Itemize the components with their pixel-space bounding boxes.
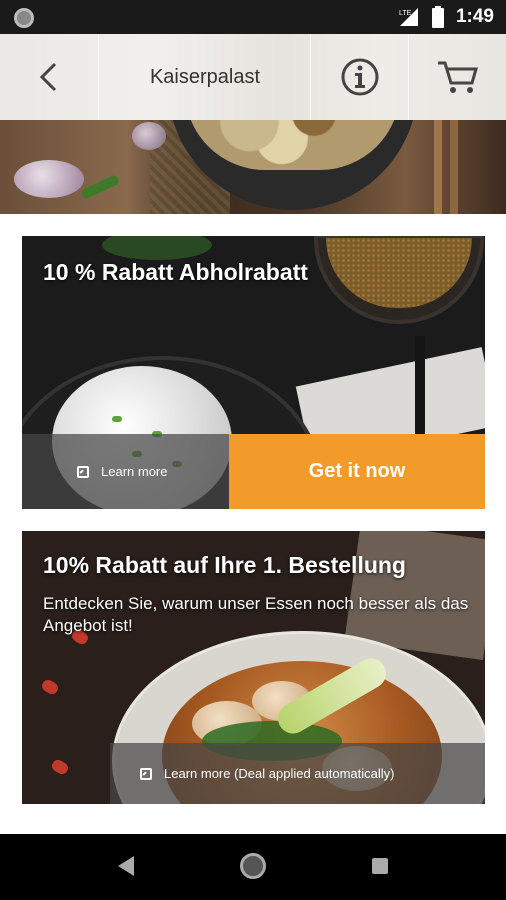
system-nav-bar: [0, 834, 506, 900]
get-it-now-button[interactable]: Get it now: [229, 434, 485, 509]
notification-icon: [14, 8, 34, 28]
nav-back-icon[interactable]: [118, 856, 134, 876]
deal-card-first-order[interactable]: 10% Rabatt auf Ihre 1. Bestellung Entdec…: [22, 531, 485, 804]
chevron-left-icon: [39, 62, 57, 92]
deal-description: Entdecken Sie, warum unser Essen noch be…: [43, 594, 469, 635]
learn-more-button[interactable]: Learn more (Deal applied automatically): [110, 743, 485, 804]
open-icon: [77, 465, 89, 478]
info-button[interactable]: [311, 34, 408, 120]
cart-button[interactable]: [409, 34, 506, 120]
learn-more-button[interactable]: Learn more: [22, 434, 229, 509]
nav-home-icon[interactable]: [240, 853, 266, 879]
restaurant-hero-image: [0, 120, 506, 214]
deal-title: 10 % Rabatt Abholrabatt: [43, 259, 308, 285]
info-circle-icon: [341, 58, 378, 96]
open-icon: [140, 767, 152, 780]
learn-more-label: Learn more (Deal applied automatically): [164, 766, 395, 781]
app-header: Kaiserpalast: [0, 34, 506, 120]
page-title: Kaiserpalast: [149, 65, 261, 88]
back-button[interactable]: [0, 34, 98, 120]
signal-icon: LTE: [399, 8, 418, 26]
deal-card-pickup[interactable]: 10 % Rabatt Abholrabatt Learn more Get i…: [22, 236, 485, 509]
battery-icon: [431, 6, 444, 28]
status-bar: LTE 1:49: [0, 0, 506, 34]
learn-more-label: Learn more: [101, 464, 168, 479]
svg-text:LTE: LTE: [399, 10, 412, 17]
nav-recents-icon[interactable]: [372, 858, 388, 874]
shopping-cart-icon: [437, 61, 478, 93]
clock: 1:49: [455, 6, 494, 27]
deal-title: 10% Rabatt auf Ihre 1. Bestellung: [43, 552, 406, 578]
